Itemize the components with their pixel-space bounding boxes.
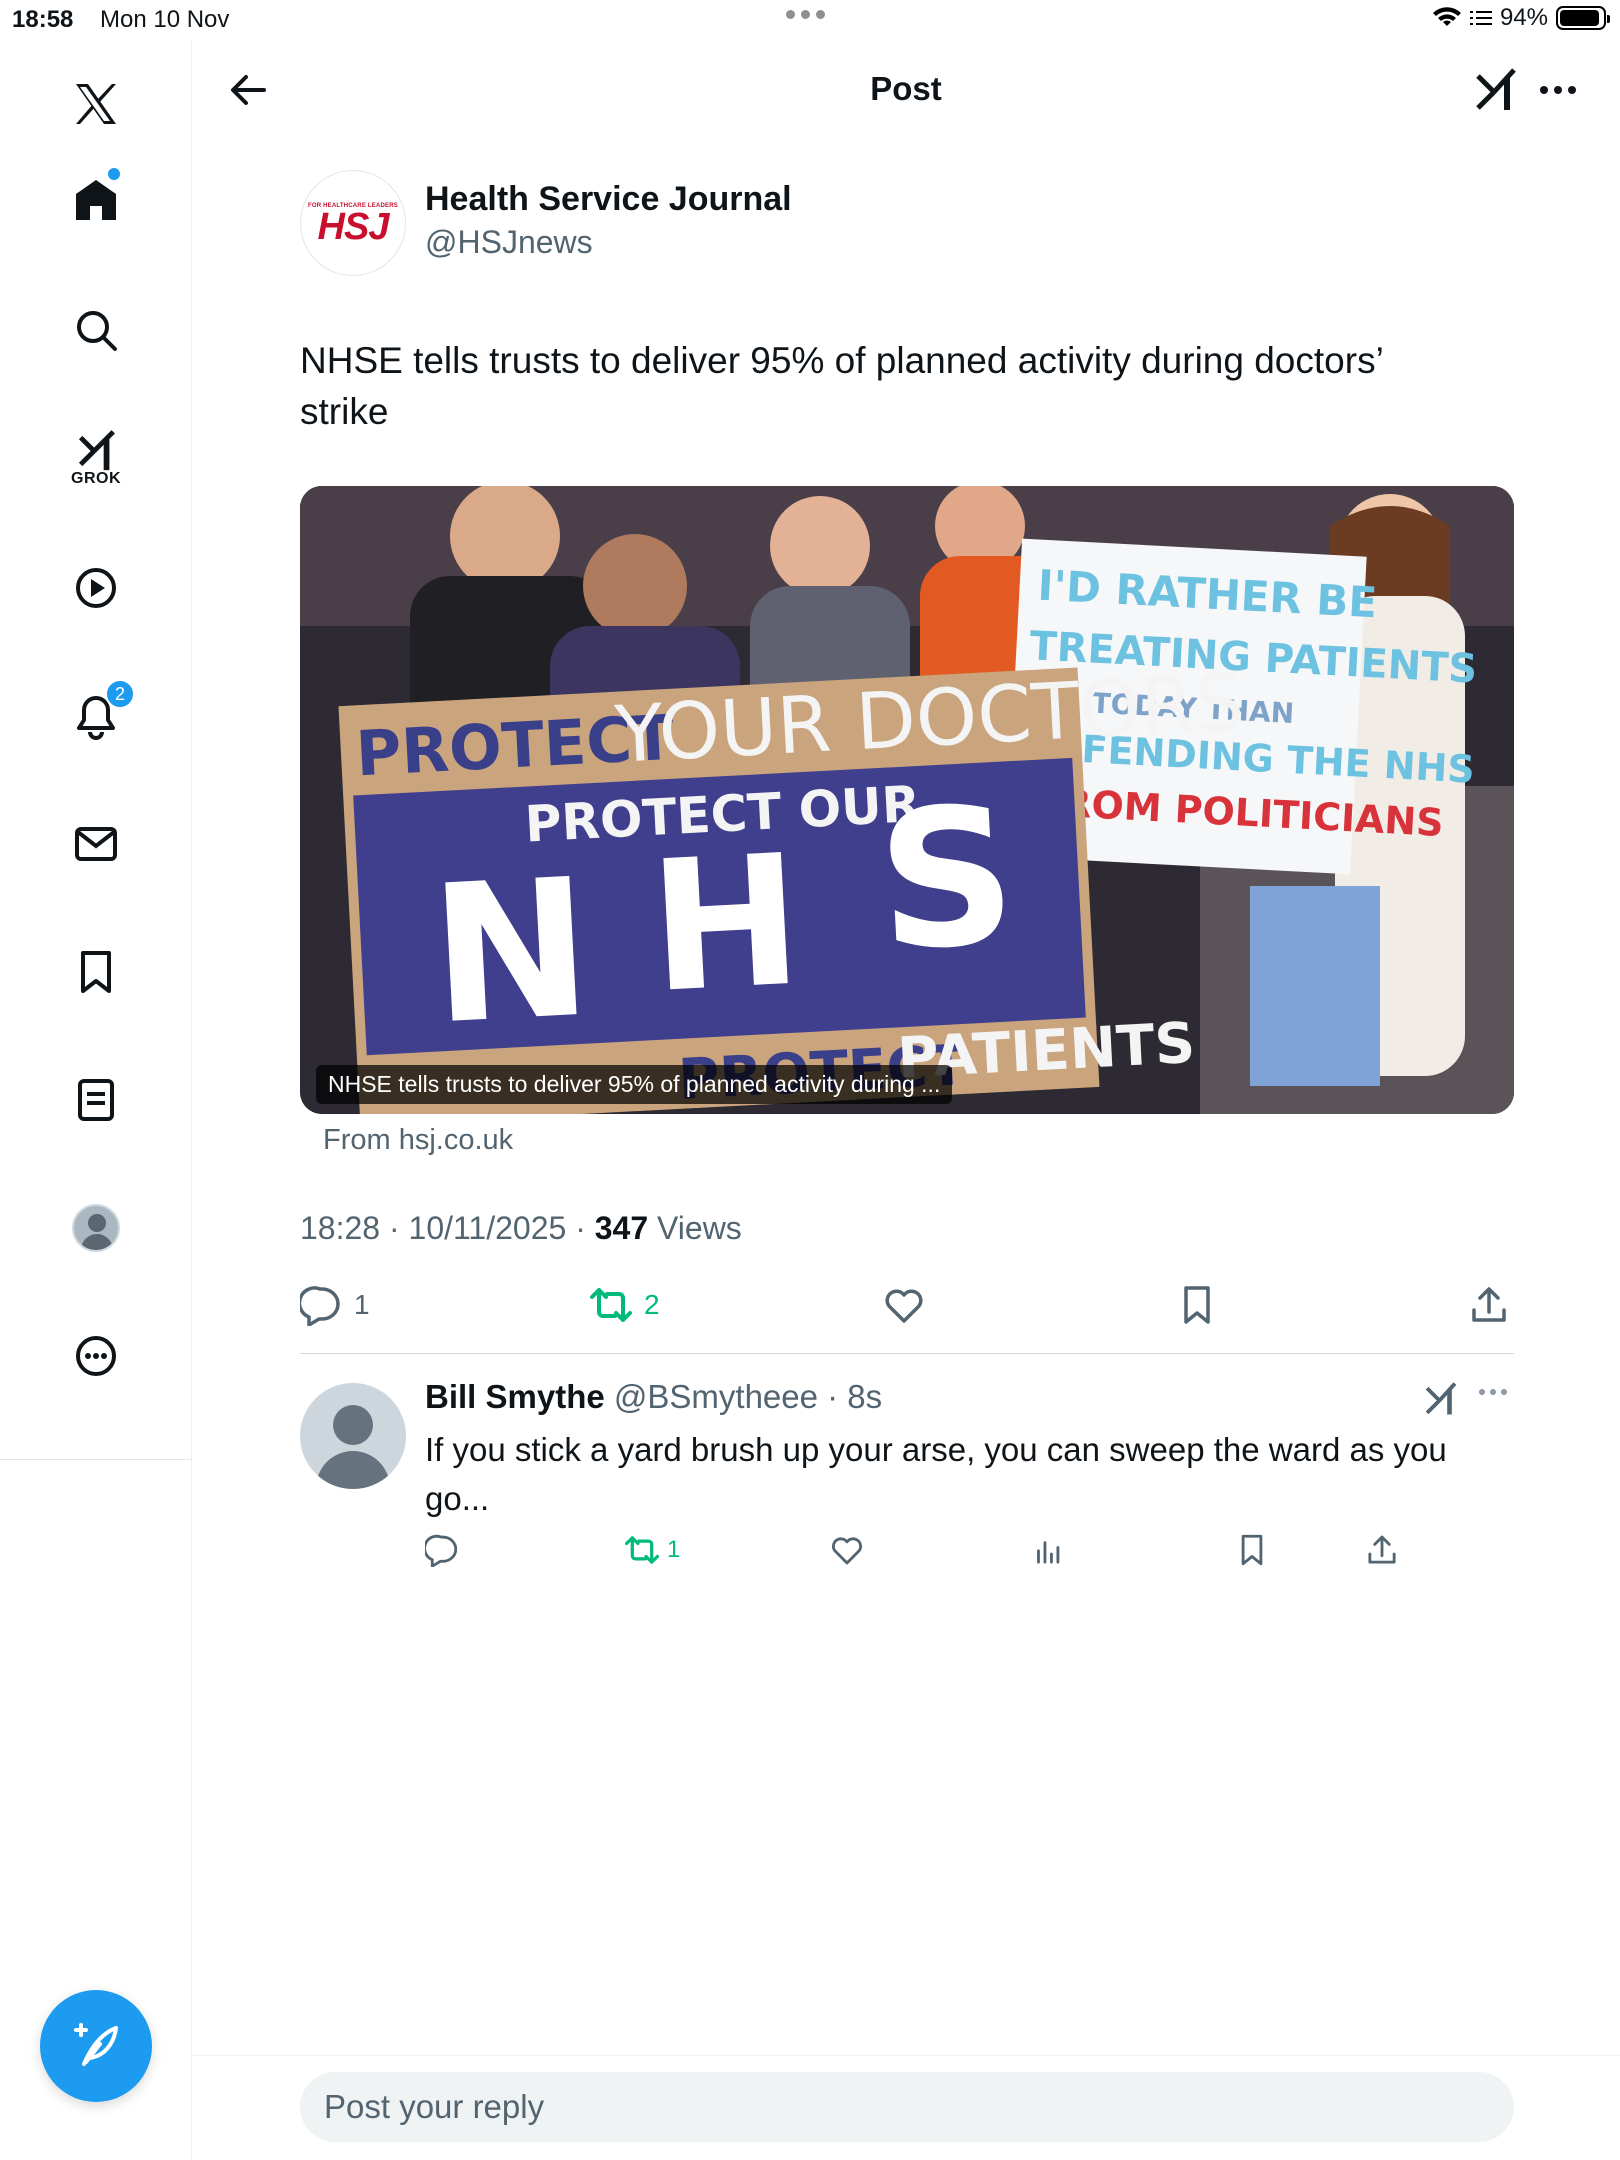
- heart-icon: [832, 1537, 862, 1565]
- multitasking-dots[interactable]: [786, 10, 825, 19]
- like-button[interactable]: [883, 1280, 925, 1330]
- repost-button[interactable]: 2: [590, 1280, 660, 1330]
- composer-divider: [192, 2055, 1620, 2056]
- reply-reply-button[interactable]: [425, 1530, 459, 1570]
- grok-icon: [1425, 1382, 1457, 1415]
- repost-icon: [625, 1536, 659, 1564]
- reply-header: Bill Smythe @BSmytheee · 8s: [425, 1378, 882, 1416]
- repost-count: 2: [644, 1289, 660, 1320]
- reply-grok-button[interactable]: [1424, 1380, 1458, 1423]
- bookmark-icon: [1241, 1534, 1263, 1566]
- reply-handle-time[interactable]: @BSmytheee · 8s: [605, 1378, 882, 1415]
- home-icon[interactable]: [56, 160, 136, 240]
- share-icon: [1368, 1535, 1396, 1564]
- list-status-icon: [1469, 11, 1492, 25]
- reply-input[interactable]: [300, 2072, 1514, 2142]
- notifications-icon[interactable]: 2: [56, 676, 136, 756]
- reply-count: 1: [354, 1289, 370, 1320]
- compose-button[interactable]: [40, 1990, 152, 2102]
- battery-icon: [1556, 6, 1610, 30]
- author-handle[interactable]: @HSJnews: [425, 224, 593, 261]
- post-divider: [300, 1353, 1514, 1354]
- status-bar: 18:58 Mon 10 Nov 94%: [0, 0, 1620, 40]
- status-date: Mon 10 Nov: [100, 6, 230, 33]
- x-logo-icon[interactable]: [56, 64, 136, 144]
- grok-label: GROK: [71, 470, 121, 487]
- grok-icon[interactable]: GROK: [56, 418, 136, 498]
- lists-icon[interactable]: [56, 1060, 136, 1140]
- grok-explain-button[interactable]: [1470, 64, 1522, 116]
- reply-icon: [300, 1286, 340, 1326]
- more-options-button[interactable]: [1532, 64, 1584, 116]
- reply-bookmark-button[interactable]: [1235, 1530, 1269, 1570]
- more-horizontal-icon: [1479, 1389, 1507, 1395]
- post-text: NHSE tells trusts to deliver 95% of plan…: [300, 340, 1383, 432]
- svg-text:S: S: [873, 765, 1021, 993]
- share-icon: [1472, 1287, 1506, 1322]
- wifi-icon: [1432, 7, 1461, 26]
- more-icon[interactable]: [56, 1316, 136, 1396]
- link-card-image[interactable]: I'D RATHER BE TREATING PATIENTS TODAY TH…: [300, 486, 1514, 1114]
- bookmark-icon: [1184, 1286, 1210, 1324]
- status-indicators: 94%: [1432, 4, 1610, 32]
- post-timestamp: 18:28 · 10/11/2025 · 347 Views: [300, 1210, 742, 1247]
- status-time: 18:58: [12, 6, 74, 33]
- views-label: Views: [648, 1210, 742, 1246]
- compose-feather-icon: [74, 2023, 118, 2066]
- bookmark-button[interactable]: [1176, 1280, 1218, 1330]
- reply-actions: 1: [425, 1530, 1425, 1570]
- svg-text:H: H: [645, 816, 806, 1033]
- reply-repost-count: 1: [667, 1536, 681, 1563]
- home-notification-dot: [108, 168, 120, 180]
- sidebar: GROK 2: [0, 40, 192, 2160]
- analytics-icon: [1037, 1541, 1060, 1564]
- reply-like-button[interactable]: [830, 1530, 864, 1570]
- battery-percent: 94%: [1499, 4, 1548, 31]
- author-avatar[interactable]: FOR HEALTHCARE LEADERS HSJ: [300, 170, 406, 276]
- reply-composer[interactable]: [300, 2072, 1514, 2142]
- views-count: 347: [594, 1210, 649, 1246]
- reply-text: If you stick a yard brush up your arse, …: [425, 1431, 1447, 1517]
- author-name[interactable]: Health Service Journal: [425, 180, 792, 219]
- link-source[interactable]: From hsj.co.uk: [323, 1124, 513, 1157]
- post-header: Post: [192, 40, 1620, 140]
- reply-icon: [425, 1534, 458, 1567]
- reply-repost-button[interactable]: 1: [625, 1530, 680, 1570]
- grok-icon: [1476, 68, 1516, 110]
- reply-more-button[interactable]: [1478, 1384, 1508, 1402]
- bookmarks-icon[interactable]: [56, 932, 136, 1012]
- link-card-title: NHSE tells trusts to deliver 95% of plan…: [316, 1065, 953, 1104]
- profile-avatar: [72, 1204, 120, 1252]
- profile-icon[interactable]: [56, 1188, 136, 1268]
- svg-text:N: N: [426, 837, 596, 1066]
- post-actions: 1 2: [300, 1280, 1514, 1330]
- repost-icon: [590, 1288, 632, 1322]
- post-time[interactable]: 18:28 · 10/11/2025 ·: [300, 1210, 595, 1246]
- reply-views-button[interactable]: [1032, 1530, 1066, 1570]
- search-icon[interactable]: [56, 290, 136, 370]
- back-arrow-icon: [231, 75, 266, 105]
- video-icon[interactable]: [56, 548, 136, 628]
- back-button[interactable]: [222, 64, 274, 116]
- heart-icon: [885, 1289, 923, 1323]
- sidebar-divider: [0, 1459, 192, 1460]
- protest-photo: I'D RATHER BE TREATING PATIENTS TODAY TH…: [300, 486, 1514, 1114]
- reply-avatar[interactable]: [300, 1383, 406, 1489]
- page-title: Post: [870, 70, 942, 107]
- reply-button[interactable]: 1: [300, 1280, 370, 1330]
- reply-share-button[interactable]: [1365, 1530, 1399, 1570]
- hsj-logo: HSJ: [317, 205, 390, 248]
- reply-author-name[interactable]: Bill Smythe: [425, 1378, 605, 1415]
- messages-icon[interactable]: [56, 804, 136, 884]
- more-horizontal-icon: [1540, 86, 1576, 94]
- notifications-badge: 2: [105, 679, 135, 709]
- share-button[interactable]: [1468, 1280, 1510, 1330]
